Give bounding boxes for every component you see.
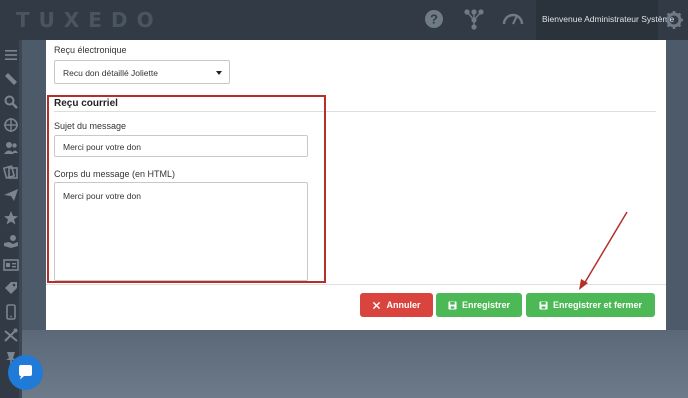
menu-icon[interactable] (3, 47, 19, 63)
receipt-label: Reçu électronique (54, 45, 127, 55)
chat-icon (19, 365, 32, 380)
receipt-select-value: Recu don détaillé Joliette (63, 68, 158, 78)
receipt-select[interactable]: Recu don détaillé Joliette (54, 60, 230, 84)
search-icon[interactable] (3, 94, 19, 110)
users-icon[interactable] (3, 140, 19, 156)
chat-button[interactable] (8, 355, 43, 390)
page-background (22, 330, 688, 398)
star-icon[interactable] (3, 210, 19, 226)
footer-divider (46, 284, 666, 285)
donation-icon[interactable] (3, 233, 19, 249)
svg-text:?: ? (430, 12, 438, 27)
send-icon[interactable] (3, 187, 19, 203)
save-button-label: Enregistrer (461, 300, 511, 310)
documents-icon[interactable] (3, 164, 19, 180)
welcome-text[interactable]: Bienvenue Administrateur Système (542, 14, 674, 24)
save-and-close-button-label: Enregistrer et fermer (552, 300, 643, 310)
floppy-disk-icon (448, 300, 457, 310)
tag-icon[interactable] (3, 280, 19, 296)
id-card-icon[interactable] (3, 257, 19, 273)
cancel-button[interactable]: Annuler (360, 293, 433, 317)
network-icon[interactable] (463, 8, 485, 30)
mobile-icon[interactable] (3, 304, 19, 320)
floppy-disk-icon (539, 300, 548, 310)
annotation-highlight-box (47, 95, 326, 283)
app-logo[interactable]: TUXEDO (16, 8, 163, 32)
gear-icon[interactable] (664, 10, 684, 30)
tools-icon[interactable] (3, 327, 19, 343)
annotation-arrow (579, 211, 628, 290)
sidebar (0, 40, 22, 398)
caret-down-icon (216, 71, 222, 75)
top-header: TUXEDO ? Bienvenue Administrateur Systèm… (0, 0, 688, 40)
help-icon[interactable]: ? (423, 8, 445, 30)
speedometer-icon[interactable] (502, 8, 524, 30)
target-icon[interactable] (3, 117, 19, 133)
close-icon (373, 301, 381, 309)
save-button[interactable]: Enregistrer (436, 293, 522, 317)
cancel-button-label: Annuler (386, 300, 421, 310)
ticket-icon[interactable] (3, 71, 19, 87)
save-and-close-button[interactable]: Enregistrer et fermer (526, 293, 655, 317)
